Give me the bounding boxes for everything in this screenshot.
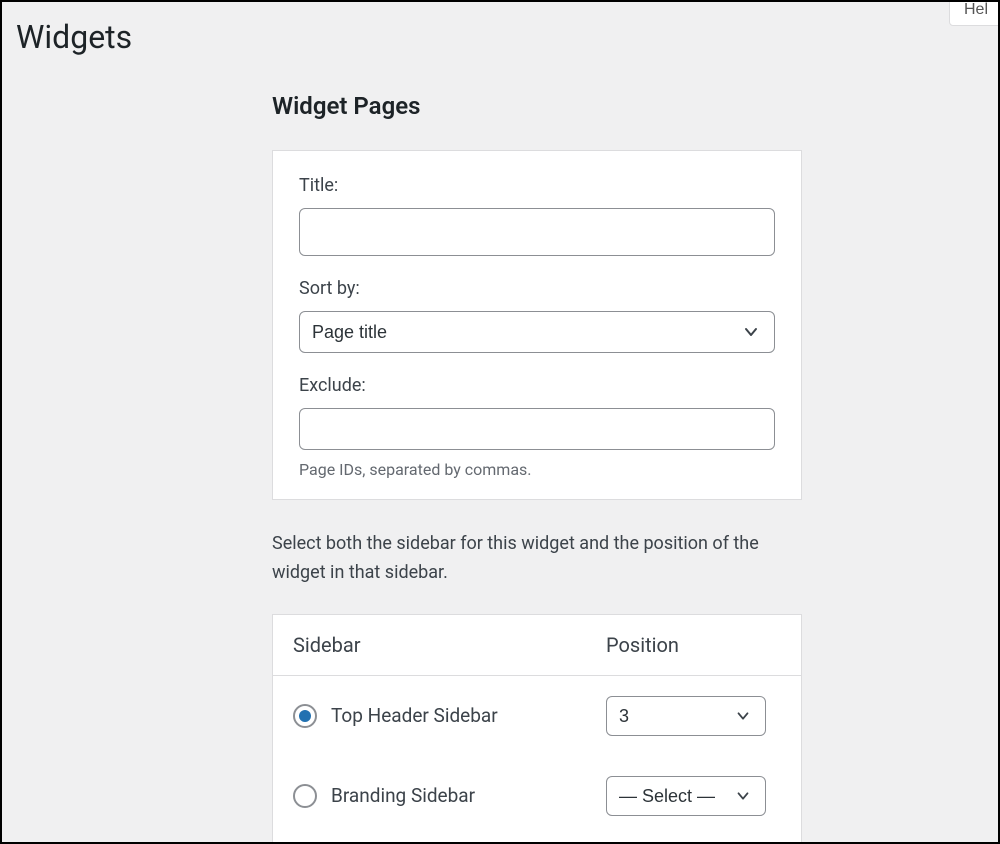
sidebar-item-label: Top Header Sidebar (331, 704, 498, 727)
placement-header: Sidebar Position (273, 615, 801, 676)
widget-panel-heading: Widget Pages (272, 92, 802, 120)
column-header-sidebar: Sidebar (293, 633, 606, 657)
title-input[interactable] (299, 208, 775, 256)
sidebar-item-label: Branding Sidebar (331, 784, 475, 807)
placement-intro-text: Select both the sidebar for this widget … (272, 530, 802, 588)
column-header-position: Position (606, 633, 781, 657)
placement-row: Branding Sidebar — Select — (273, 756, 801, 836)
sortby-label: Sort by: (299, 278, 775, 299)
help-button[interactable]: Hel (949, 0, 1000, 26)
position-select-branding[interactable]: — Select — (606, 776, 766, 816)
sortby-select[interactable]: Page title (299, 311, 775, 353)
radio-top-header-sidebar[interactable] (293, 704, 317, 728)
exclude-hint: Page IDs, separated by commas. (299, 460, 775, 479)
placement-box: Sidebar Position Top Header Sidebar 3 (272, 614, 802, 844)
widget-settings-box: Title: Sort by: Page title Exclude: Page (272, 150, 802, 500)
placement-row: Blog Sidebar — Select — (273, 836, 801, 844)
page-title: Widgets (2, 2, 998, 56)
radio-branding-sidebar[interactable] (293, 784, 317, 808)
placement-row: Top Header Sidebar 3 (273, 676, 801, 756)
position-select-top-header[interactable]: 3 (606, 696, 766, 736)
exclude-input[interactable] (299, 408, 775, 450)
exclude-label: Exclude: (299, 375, 775, 396)
title-label: Title: (299, 175, 775, 196)
